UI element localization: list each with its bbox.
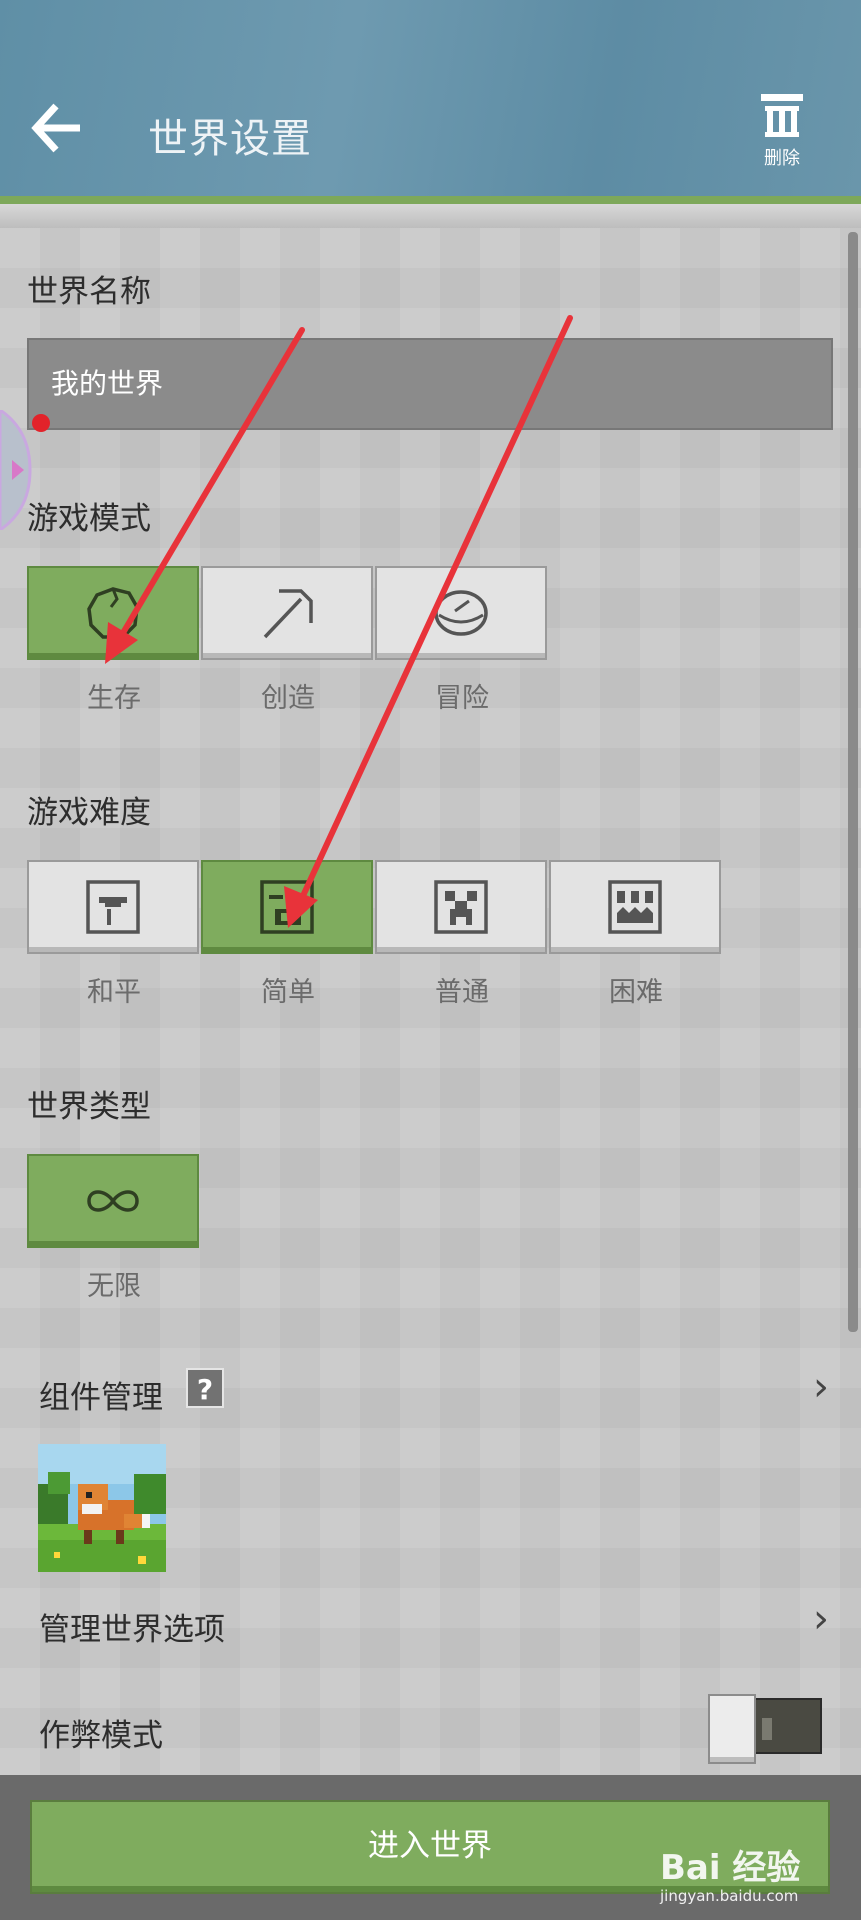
header-accent-line [0,196,861,204]
difficulty-peaceful-button[interactable] [27,860,199,954]
back-button[interactable] [28,100,88,160]
world-type-infinite-button[interactable] [27,1154,199,1248]
mode-adventure-label: 冒险 [435,683,489,714]
infinity-icon [87,1190,139,1212]
world-type-label: 世界类型 [27,1089,151,1125]
page-title: 世界设置 [148,116,312,162]
mode-adventure-button[interactable] [375,566,547,660]
delete-button[interactable]: 删除 [752,92,812,172]
trash-icon [761,94,803,137]
fox-image [38,1444,166,1572]
difficulty-hard-button[interactable] [549,860,721,954]
toggle-track [752,1698,822,1754]
game-mode-label: 游戏模式 [27,501,151,537]
record-indicator [32,414,50,432]
world-options-chevron-right-icon[interactable]: › [813,1596,829,1642]
toggle-knob [708,1694,756,1764]
baidu-watermark: Bai 经验 jingyan.baidu.com [660,1848,801,1905]
addons-label: 组件管理 [39,1380,163,1416]
header-divider [0,204,861,228]
mode-survival-button[interactable] [27,566,199,660]
difficulty-peaceful-label: 和平 [87,977,141,1008]
creeper-icon [434,880,488,934]
hard-icon [608,880,662,934]
compass-icon [434,590,488,636]
arrow-left-icon [31,103,80,153]
peaceful-icon [86,880,140,934]
mode-survival-label: 生存 [87,683,141,714]
delete-label: 删除 [764,148,800,169]
apple-icon [87,587,139,639]
difficulty-easy-button[interactable] [201,860,373,954]
pickaxe-icon [263,589,313,639]
addon-thumbnail[interactable] [38,1444,166,1572]
difficulty-label: 游戏难度 [27,795,151,831]
scrollbar[interactable] [848,232,858,1332]
world-type-infinite-label: 无限 [87,1271,141,1302]
difficulty-normal-button[interactable] [375,860,547,954]
help-icon[interactable]: ? [186,1368,224,1408]
easy-icon [260,880,314,934]
difficulty-easy-label: 简单 [261,977,315,1008]
world-name-label: 世界名称 [27,274,151,310]
mode-creative-label: 创造 [261,683,315,714]
cheats-toggle[interactable] [708,1694,824,1764]
mode-creative-button[interactable] [201,566,373,660]
difficulty-hard-label: 困难 [609,977,663,1008]
difficulty-normal-label: 普通 [435,977,489,1008]
addons-chevron-right-icon[interactable]: › [813,1364,829,1410]
header-bar [0,0,861,228]
world-options-label: 管理世界选项 [39,1612,225,1648]
cheats-label: 作弊模式 [39,1718,163,1754]
world-name-input[interactable]: 我的世界 [27,338,833,430]
